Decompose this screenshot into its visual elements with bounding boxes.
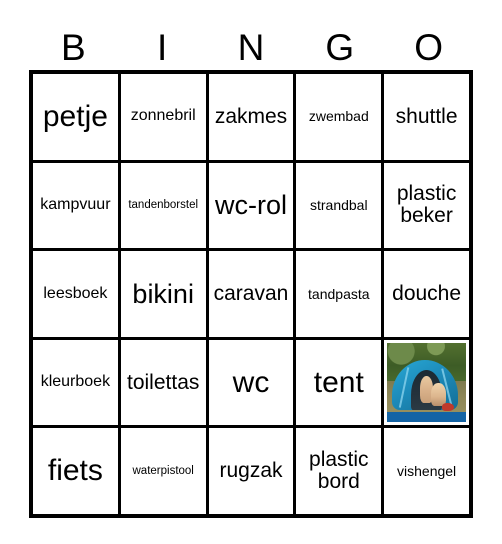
bingo-cell-label: waterpistool bbox=[132, 465, 194, 478]
bingo-cell-label: wc bbox=[232, 365, 270, 399]
bingo-cell[interactable]: douche bbox=[384, 251, 469, 337]
photo-caption-bar bbox=[387, 412, 466, 423]
bingo-cell[interactable]: shuttle bbox=[384, 74, 469, 160]
bingo-cell-label: plastic beker bbox=[396, 182, 457, 228]
bingo-cell[interactable]: tandpasta bbox=[296, 251, 382, 337]
bingo-cell-label: wc-rol bbox=[214, 190, 287, 221]
bingo-header: B I N G O bbox=[29, 18, 473, 68]
bingo-cell-label: zakmes bbox=[214, 104, 288, 128]
bingo-cell[interactable]: plastic beker bbox=[384, 162, 469, 249]
bingo-cell-label: tandpasta bbox=[308, 285, 370, 302]
bingo-cell-label: tandenborstel bbox=[128, 199, 199, 212]
bingo-cell[interactable]: caravan bbox=[208, 251, 294, 337]
bingo-cell-label: leesboek bbox=[43, 284, 108, 302]
bingo-card: B I N G O petje zonnebril zakmes zwembad… bbox=[0, 0, 502, 544]
bingo-cell[interactable]: tent bbox=[296, 339, 382, 426]
bingo-cell[interactable]: strandbal bbox=[296, 162, 382, 249]
bingo-cell-label: rugzak bbox=[219, 459, 283, 483]
bingo-cell-label: kampvuur bbox=[40, 195, 111, 213]
header-letter-n: N bbox=[237, 27, 265, 68]
header-letter-o: O bbox=[414, 27, 443, 68]
bingo-cell-label: plastic bord bbox=[309, 448, 369, 494]
bingo-cell[interactable]: tandenborstel bbox=[120, 162, 206, 249]
bingo-grid: petje zonnebril zakmes zwembad shuttle k… bbox=[29, 70, 473, 518]
bingo-cell[interactable]: rugzak bbox=[208, 428, 294, 514]
bingo-cell[interactable]: wc bbox=[208, 339, 294, 426]
shoe-icon bbox=[441, 402, 455, 412]
bingo-cell-label: shuttle bbox=[395, 104, 458, 128]
bingo-cell[interactable]: zwembad bbox=[296, 74, 382, 160]
bingo-cell[interactable]: bikini bbox=[120, 251, 206, 337]
bingo-cell-label: vishengel bbox=[397, 462, 457, 479]
bingo-cell-label: tent bbox=[313, 365, 364, 399]
bingo-cell-label: fiets bbox=[47, 454, 103, 488]
bingo-cell-label: strandbal bbox=[309, 197, 368, 214]
bingo-cell[interactable]: leesboek bbox=[33, 251, 118, 337]
bingo-cell[interactable]: toilettas bbox=[120, 339, 206, 426]
bingo-cell[interactable]: petje bbox=[33, 74, 118, 160]
bingo-cell-label: zonnebril bbox=[130, 107, 196, 125]
bingo-cell[interactable]: zonnebril bbox=[120, 74, 206, 160]
header-letter-b: B bbox=[61, 27, 86, 68]
bingo-cell-label: toilettas bbox=[127, 370, 200, 394]
tent-photo bbox=[387, 342, 466, 423]
bingo-cell-label: petje bbox=[42, 100, 108, 134]
bingo-cell-label: zwembad bbox=[308, 108, 369, 125]
bingo-cell[interactable]: zakmes bbox=[208, 74, 294, 160]
header-letter-g: G bbox=[325, 27, 355, 68]
bingo-cell[interactable]: fiets bbox=[33, 428, 118, 514]
bingo-cell-label: douche bbox=[392, 281, 462, 305]
bingo-cell[interactable]: kleurboek bbox=[33, 339, 118, 426]
bingo-cell[interactable]: waterpistool bbox=[120, 428, 206, 514]
bingo-cell-image[interactable] bbox=[384, 339, 469, 426]
bingo-cell-label: kleurboek bbox=[40, 373, 111, 391]
header-letter-i: I bbox=[157, 27, 168, 68]
bingo-cell[interactable]: vishengel bbox=[384, 428, 469, 514]
bingo-cell-label: caravan bbox=[213, 281, 289, 305]
bingo-cell-label: bikini bbox=[132, 278, 194, 309]
bingo-cell[interactable]: plastic bord bbox=[296, 428, 382, 514]
bingo-cell[interactable]: kampvuur bbox=[33, 162, 118, 249]
bingo-cell[interactable]: wc-rol bbox=[208, 162, 294, 249]
